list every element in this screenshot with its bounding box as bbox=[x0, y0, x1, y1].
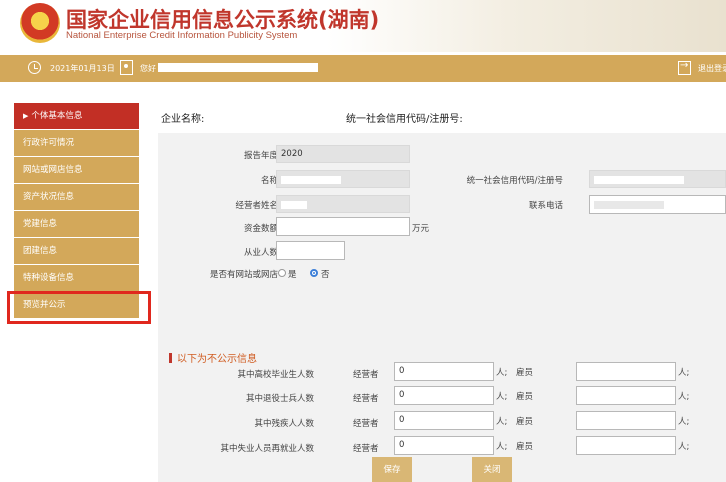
row-label-graduates: 其中高校毕业生人数 bbox=[237, 370, 314, 380]
user-icon bbox=[120, 60, 133, 75]
non-public-section-title: 以下为不公示信息 bbox=[169, 350, 257, 365]
radio-no[interactable] bbox=[310, 269, 318, 277]
logout-icon[interactable] bbox=[678, 60, 691, 75]
employee-label-veterans: 雇员 bbox=[516, 392, 534, 402]
person-unit-disabled-operator: 人; bbox=[496, 417, 508, 427]
reemployed-employee-input[interactable] bbox=[576, 436, 676, 455]
report-year-label: 报告年度 bbox=[243, 151, 278, 161]
phone-redacted bbox=[594, 201, 664, 209]
logout-link[interactable]: 退出登录 bbox=[698, 63, 726, 74]
employees-input[interactable] bbox=[276, 241, 345, 260]
disabled-operator-input[interactable]: 0 bbox=[394, 411, 494, 430]
close-button[interactable]: 关闭 bbox=[472, 457, 512, 482]
greeting-text: 您好 bbox=[140, 64, 156, 73]
row-label-veterans: 其中退役士兵人数 bbox=[245, 394, 314, 404]
sidebar-item-admin-license[interactable]: 行政许可情况 bbox=[14, 130, 139, 157]
website-label: 是否有网站或网店 bbox=[209, 270, 278, 280]
name-redacted bbox=[281, 176, 341, 184]
person-unit-disabled-employee: 人; bbox=[678, 417, 690, 427]
radio-yes-label: 是 bbox=[288, 270, 297, 280]
reemployed-operator-input[interactable]: 0 bbox=[394, 436, 494, 455]
sidebar-item-asset-info[interactable]: 资产状况信息 bbox=[14, 184, 139, 211]
save-button[interactable]: 保存 bbox=[372, 457, 412, 482]
name-field bbox=[276, 170, 410, 188]
person-unit-reemployed-operator: 人; bbox=[496, 442, 508, 452]
sidebar-nav: ▶ 个体基本信息 行政许可情况 网站或网店信息 资产状况信息 党建信息 团建信息 … bbox=[14, 103, 139, 319]
company-info-bar: 企业名称: 统一社会信用代码/注册号: bbox=[158, 97, 726, 133]
credit-code-redacted bbox=[594, 176, 684, 184]
capital-input[interactable] bbox=[276, 217, 410, 236]
national-emblem-icon: ★ bbox=[20, 3, 60, 43]
main-content: 企业名称: 统一社会信用代码/注册号: 报告年度 2020 名称 统一社会信用代… bbox=[158, 97, 726, 482]
employees-label: 从业人数 bbox=[243, 248, 278, 258]
capital-label: 资金数额 bbox=[243, 224, 278, 234]
person-unit-veterans-employee: 人; bbox=[678, 392, 690, 402]
phone-label: 联系电话 bbox=[528, 201, 563, 211]
sidebar-item-league-building[interactable]: 团建信息 bbox=[14, 238, 139, 265]
graduates-employee-input[interactable] bbox=[576, 362, 676, 381]
sidebar-item-website-info[interactable]: 网站或网店信息 bbox=[14, 157, 139, 184]
graduates-operator-input[interactable]: 0 bbox=[394, 362, 494, 381]
row-label-disabled: 其中残疾人人数 bbox=[254, 419, 314, 429]
report-form: 报告年度 2020 名称 统一社会信用代码/注册号 经营者姓名 联系电话 资金数… bbox=[158, 133, 726, 482]
employee-label-graduates: 雇员 bbox=[516, 368, 534, 378]
veterans-operator-input[interactable]: 0 bbox=[394, 386, 494, 405]
current-date: 2021年01月13日 bbox=[50, 64, 115, 73]
row-label-reemployed: 其中失业人员再就业人数 bbox=[220, 444, 314, 454]
company-code-label: 统一社会信用代码/注册号: bbox=[346, 114, 463, 125]
phone-input[interactable] bbox=[589, 195, 726, 214]
veterans-employee-input[interactable] bbox=[576, 386, 676, 405]
username-redacted bbox=[158, 63, 318, 72]
capital-unit: 万元 bbox=[412, 224, 430, 234]
person-unit-reemployed-employee: 人; bbox=[678, 442, 690, 452]
clock-icon bbox=[28, 61, 41, 74]
person-unit-graduates-employee: 人; bbox=[678, 368, 690, 378]
sidebar-item-basic-info[interactable]: ▶ 个体基本信息 bbox=[14, 103, 139, 130]
sidebar-item-special-equipment[interactable]: 特种设备信息 bbox=[14, 265, 139, 292]
radio-no-label: 否 bbox=[321, 270, 330, 280]
person-unit-graduates-operator: 人; bbox=[496, 368, 508, 378]
name-label: 名称 bbox=[260, 176, 278, 186]
operator-name-field bbox=[276, 195, 410, 213]
radio-yes[interactable] bbox=[278, 269, 286, 277]
site-header: ★ 国家企业信用信息公示系统(湖南) National Enterprise C… bbox=[0, 0, 726, 52]
company-name-label: 企业名称: bbox=[161, 114, 205, 125]
preview-highlight-frame bbox=[7, 291, 151, 324]
credit-code-label: 统一社会信用代码/注册号 bbox=[466, 176, 563, 186]
operator-label-disabled: 经营者 bbox=[353, 419, 379, 429]
caret-right-icon: ▶ bbox=[23, 112, 29, 120]
employee-label-disabled: 雇员 bbox=[516, 417, 534, 427]
disabled-employee-input[interactable] bbox=[576, 411, 676, 430]
operator-name-label: 经营者姓名 bbox=[235, 201, 278, 211]
operator-name-redacted bbox=[281, 201, 307, 209]
employee-label-reemployed: 雇员 bbox=[516, 442, 534, 452]
section-marker bbox=[169, 353, 172, 363]
report-year-field: 2020 bbox=[276, 145, 410, 163]
operator-label-graduates: 经营者 bbox=[353, 370, 379, 380]
operator-label-veterans: 经营者 bbox=[353, 394, 379, 404]
top-status-bar: 2021年01月13日 您好 退出登录 bbox=[0, 55, 726, 82]
operator-label-reemployed: 经营者 bbox=[353, 444, 379, 454]
site-subtitle: National Enterprise Credit Information P… bbox=[66, 30, 298, 41]
sidebar-item-party-building[interactable]: 党建信息 bbox=[14, 211, 139, 238]
credit-code-field bbox=[589, 170, 726, 188]
person-unit-veterans-operator: 人; bbox=[496, 392, 508, 402]
